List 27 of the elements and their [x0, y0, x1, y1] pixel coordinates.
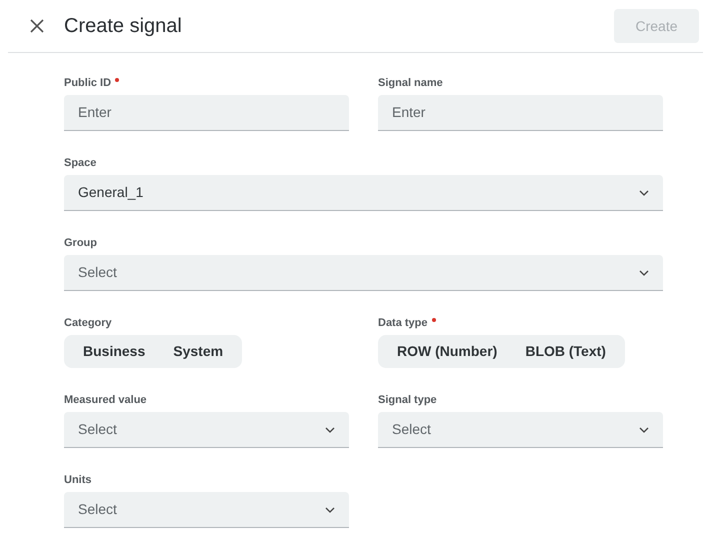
field-label: Space: [64, 157, 98, 170]
field-label: Measured value: [64, 394, 148, 407]
segment-option[interactable]: Business: [69, 335, 160, 368]
select-field[interactable]: Select: [378, 412, 663, 448]
segment-option[interactable]: ROW (Number): [383, 335, 512, 368]
input-field[interactable]: Enter: [378, 95, 663, 131]
field-label: Signal type: [378, 394, 438, 407]
chevron-down-icon: [325, 426, 335, 432]
chevron-down-icon: [639, 426, 649, 432]
input-field[interactable]: Enter: [64, 95, 349, 131]
select-field[interactable]: Select: [64, 492, 349, 528]
field-label: Category: [64, 317, 113, 330]
chevron-down-icon: [639, 190, 649, 196]
field-label: Public ID: [64, 77, 349, 90]
chevron-down-icon: [639, 270, 649, 276]
field-label: Data type: [378, 317, 663, 330]
chevron-down-icon: [325, 506, 335, 512]
field-label: Signal name: [378, 77, 444, 90]
field-label: Group: [64, 237, 98, 250]
segment-option[interactable]: System: [159, 335, 238, 368]
field-label: Units: [64, 474, 92, 487]
select-field[interactable]: General_1: [64, 175, 663, 211]
select-field[interactable]: Select: [64, 255, 663, 291]
segment-option[interactable]: BLOB (Text): [511, 335, 620, 368]
close-icon[interactable]: [30, 19, 44, 33]
select-field[interactable]: Select: [64, 412, 349, 448]
dialog-title: Create signal: [64, 14, 182, 39]
